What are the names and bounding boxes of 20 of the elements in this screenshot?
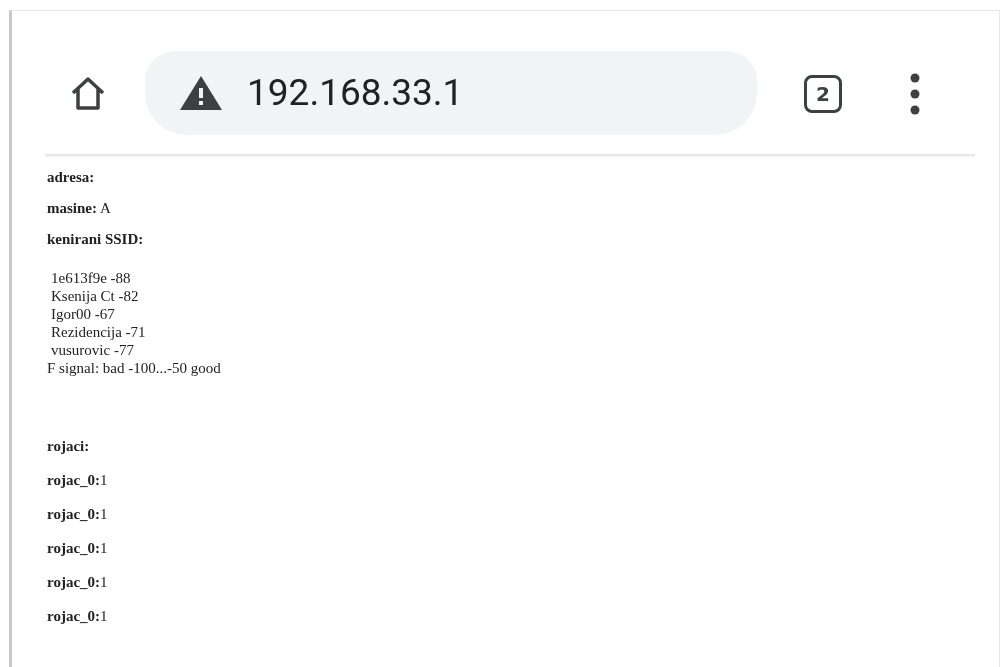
warning-icon[interactable] <box>179 74 223 111</box>
counter-text: rojac_0:1 <box>47 505 109 523</box>
address-bar[interactable]: 192.168.33.1 <box>145 50 757 135</box>
counter-text: rojac_0:1 <box>47 539 109 557</box>
ssid-line: 1e613f9e -88 <box>50 269 132 287</box>
url-text: 192.168.33.1 <box>247 71 464 114</box>
counter-text: rojac_0:1 <box>47 573 109 591</box>
ssid-line: Rezidencija -71 <box>50 323 147 341</box>
ssid-line: vusurovic -77 <box>50 341 135 359</box>
counter-text: rojac_0:1 <box>47 471 109 489</box>
ssid-line: Ksenija Ct -82 <box>50 287 140 305</box>
field-text: adresa: <box>47 168 96 186</box>
tab-count-button[interactable]: 2 <box>804 74 842 113</box>
menu-icon[interactable] <box>910 72 920 115</box>
counter-text: rojac_0:1 <box>47 607 109 625</box>
section-heading: rojaci: <box>47 437 91 455</box>
ssid-line: Igor00 -67 <box>50 305 116 323</box>
field-text: kenirani SSID: <box>47 230 145 248</box>
field-text: masine: A <box>47 199 112 217</box>
ssid-line: F signal: bad -100...-50 good <box>47 359 222 377</box>
